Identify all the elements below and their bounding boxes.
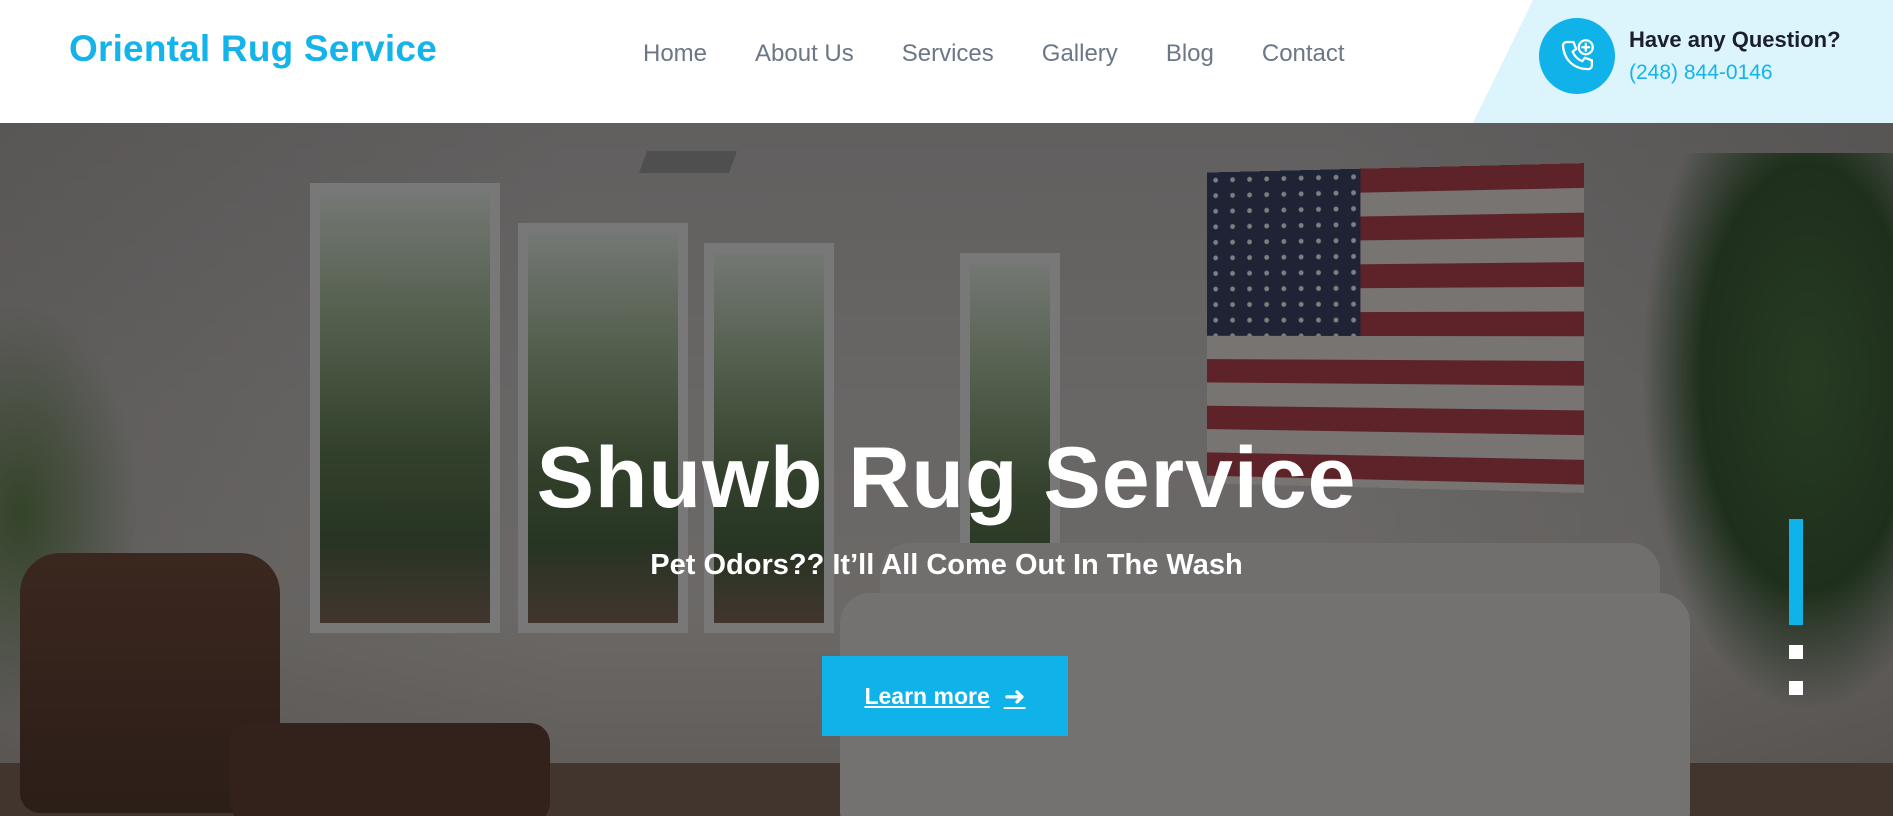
hero-slider: Shuwb Rug Service Pet Odors?? It’ll All …	[0, 123, 1893, 816]
nav-contact[interactable]: Contact	[1262, 40, 1345, 68]
nav-about-us[interactable]: About Us	[755, 40, 854, 68]
nav-home[interactable]: Home	[643, 40, 707, 68]
hero-subtitle: Pet Odors?? It’ll All Come Out In The Wa…	[0, 549, 1893, 582]
contact-question: Have any Question?	[1629, 27, 1841, 53]
phone-plus-icon[interactable]	[1539, 18, 1615, 94]
slide-dot[interactable]	[1789, 681, 1803, 695]
contact-phone-link[interactable]: (248) 844-0146	[1629, 61, 1773, 85]
site-header: Oriental Rug Service Home About Us Servi…	[0, 0, 1893, 123]
nav-blog[interactable]: Blog	[1166, 40, 1214, 68]
nav-services[interactable]: Services	[902, 40, 994, 68]
nav-gallery[interactable]: Gallery	[1042, 40, 1118, 68]
learn-more-label: Learn more	[864, 683, 989, 710]
slide-dot-active[interactable]	[1789, 519, 1803, 625]
main-nav: Home About Us Services Gallery Blog Cont…	[643, 40, 1345, 68]
site-logo[interactable]: Oriental Rug Service	[69, 28, 437, 70]
learn-more-button[interactable]: Learn more ➜	[822, 656, 1068, 736]
arrow-right-icon: ➜	[1004, 681, 1026, 712]
hero-title: Shuwb Rug Service	[0, 429, 1893, 528]
slider-pagination	[1789, 519, 1805, 717]
slide-dot[interactable]	[1789, 645, 1803, 659]
